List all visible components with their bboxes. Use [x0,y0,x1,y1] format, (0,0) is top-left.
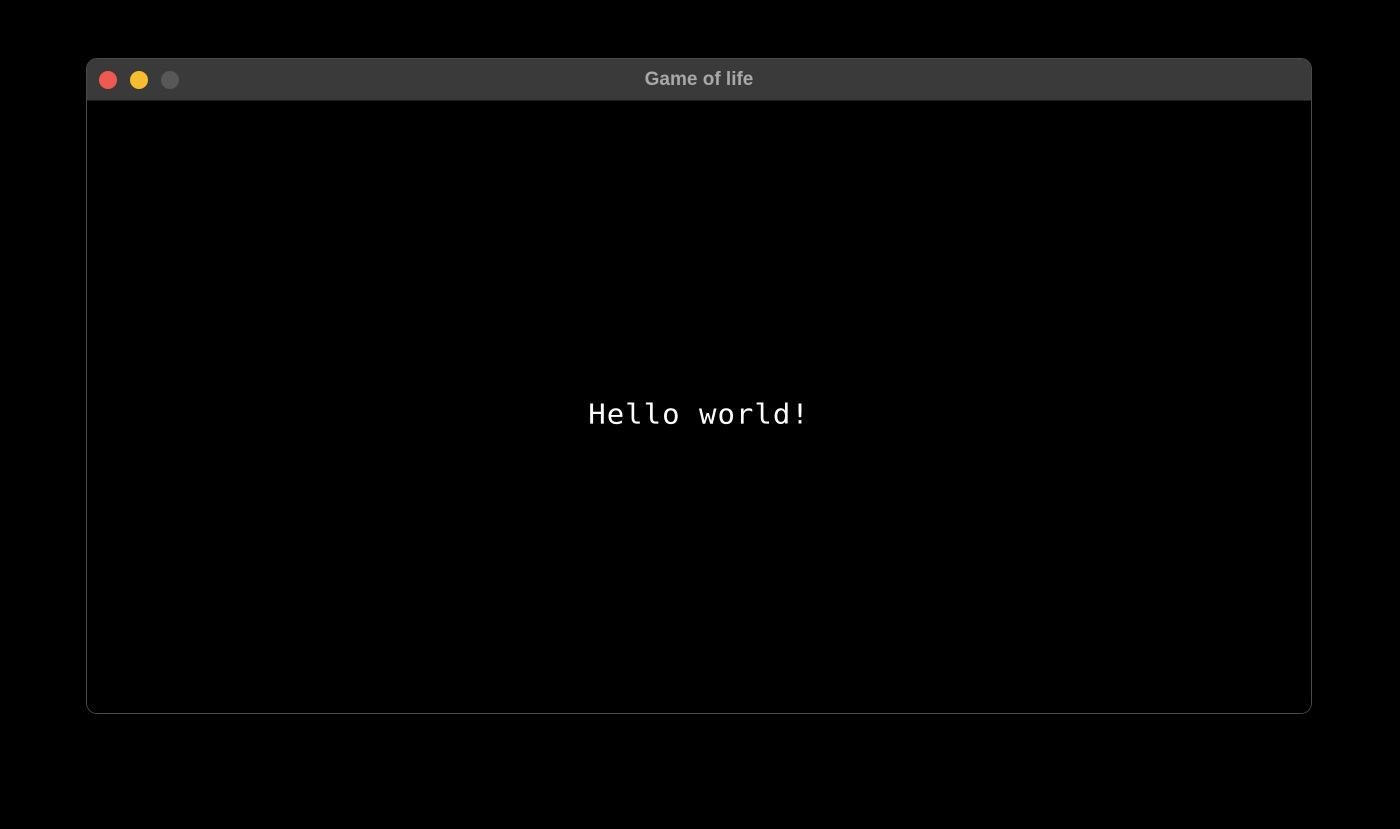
minimize-icon[interactable] [130,71,148,89]
game-canvas[interactable]: Hello world! [87,101,1311,713]
hello-message: Hello world! [588,397,810,431]
app-window: Game of life Hello world! [86,58,1312,714]
title-bar[interactable]: Game of life [87,59,1311,101]
close-icon[interactable] [99,71,117,89]
zoom-icon[interactable] [161,71,179,89]
desktop: Game of life Hello world! [0,0,1400,829]
window-title: Game of life [644,69,754,90]
